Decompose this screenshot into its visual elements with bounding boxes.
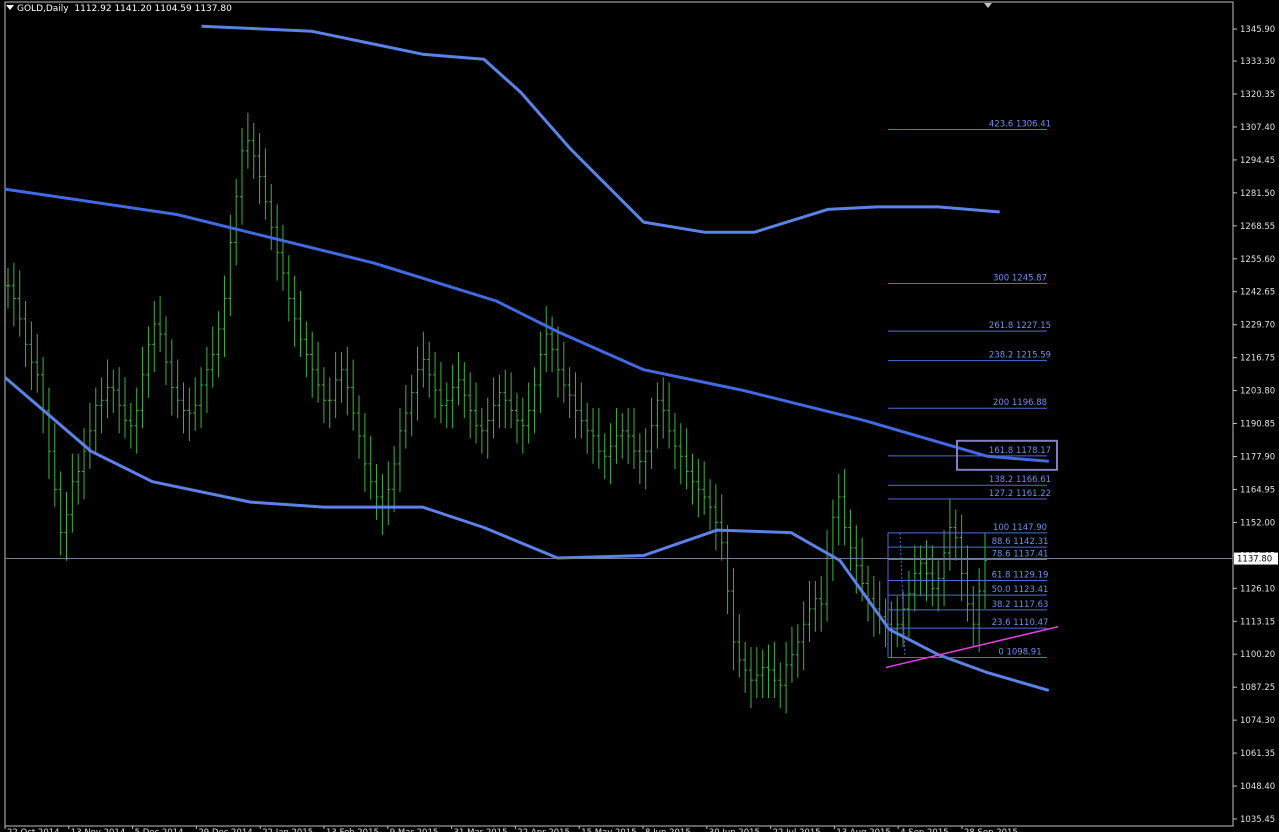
indicator-line-2 [201, 24, 1000, 234]
fibo-level-label: 38.2 1117.63 [992, 600, 1049, 610]
x-tick-label: 9 Mar 2015 [390, 828, 438, 832]
indicator-line-1 [4, 376, 1050, 692]
y-tick-label: 1035.45 [1240, 815, 1275, 825]
y-tick-label: 1242.65 [1240, 288, 1275, 298]
fibo-level-label: 200 1196.88 [993, 398, 1047, 408]
fibo-level-label: 78.6 1137.41 [992, 550, 1049, 560]
current-price-tag-label: 1137.80 [1237, 555, 1272, 565]
x-tick-label: 22 Apr 2015 [517, 828, 570, 832]
fibo-level-label: 50.0 1123.41 [992, 585, 1049, 595]
y-tick-label: 1061.35 [1240, 749, 1275, 759]
y-tick-label: 1164.95 [1240, 485, 1275, 495]
y-tick-label: 1216.75 [1240, 354, 1275, 364]
fibo-level-label: 100 1147.90 [993, 523, 1047, 533]
fibo-level-label: 161.8 1178.17 [989, 446, 1051, 456]
x-tick-label: 28 Sep 2015 [964, 828, 1018, 832]
shift-marker-icon [984, 3, 992, 8]
y-tick-label: 1320.35 [1240, 90, 1275, 100]
fibo-level-label: 238.2 1215.59 [989, 351, 1051, 361]
fibo-level-label: 23.6 1110.47 [992, 618, 1049, 628]
y-tick-label: 1113.15 [1240, 617, 1275, 627]
fibo-level-label: 261.8 1227.15 [989, 321, 1051, 331]
x-tick-label: 5 Dec 2014 [135, 828, 184, 832]
y-tick-label: 1307.40 [1240, 123, 1275, 133]
y-tick-label: 1100.20 [1240, 650, 1275, 660]
x-tick-label: 4 Sep 2015 [900, 828, 948, 832]
fibo-level-label: 88.6 1142.31 [992, 537, 1049, 547]
x-tick-label: 22 Oct 2014 [7, 828, 60, 832]
x-tick-label: 13 Aug 2015 [836, 828, 890, 832]
y-tick-label: 1048.40 [1240, 782, 1275, 792]
fibo-level-label: 300 1245.87 [993, 274, 1047, 284]
fibo-level-label: 0 1098.91 [998, 648, 1041, 658]
y-tick-label: 1255.60 [1240, 255, 1275, 265]
y-tick-label: 1294.45 [1240, 156, 1275, 166]
y-tick-label: 1087.25 [1240, 683, 1275, 693]
y-tick-label: 1074.30 [1240, 716, 1275, 726]
y-tick-label: 1177.90 [1240, 453, 1275, 463]
fibo-level-label: 127.2 1161.22 [989, 489, 1051, 499]
y-tick-label: 1333.30 [1240, 57, 1275, 67]
fibo-level-label: 423.6 1306.41 [989, 119, 1051, 129]
y-tick-label: 1190.85 [1240, 420, 1275, 430]
fibo-level-label: 61.8 1129.19 [992, 570, 1049, 580]
x-tick-label: 30 Jun 2015 [709, 828, 760, 832]
x-tick-label: 31 Mar 2015 [454, 828, 508, 832]
x-tick-label: 22 Jul 2015 [773, 828, 821, 832]
x-tick-label: 29 Dec 2014 [198, 828, 252, 832]
price-chart[interactable]: 423.6 1306.41 300 1245.87 261.8 1227.15 238… [0, 0, 1279, 832]
y-tick-label: 1229.70 [1240, 321, 1275, 331]
y-tick-label: 1203.80 [1240, 387, 1275, 397]
y-tick-label: 1268.55 [1240, 222, 1275, 232]
y-tick-label: 1281.50 [1240, 189, 1275, 199]
y-tick-label: 1345.90 [1240, 25, 1275, 35]
x-tick-label: 13 Feb 2015 [326, 828, 379, 832]
y-tick-label: 1126.10 [1240, 584, 1275, 594]
x-tick-label: 13 Nov 2014 [71, 828, 125, 832]
fibo-level-label: 138.2 1166.61 [989, 475, 1051, 485]
x-tick-label: 22 Jan 2015 [262, 828, 313, 832]
x-tick-label: 15 May 2015 [581, 828, 636, 832]
x-tick-label: 8 Jun 2015 [645, 828, 691, 832]
y-tick-label: 1152.00 [1240, 518, 1275, 528]
indicator-line-0 [4, 187, 1049, 463]
